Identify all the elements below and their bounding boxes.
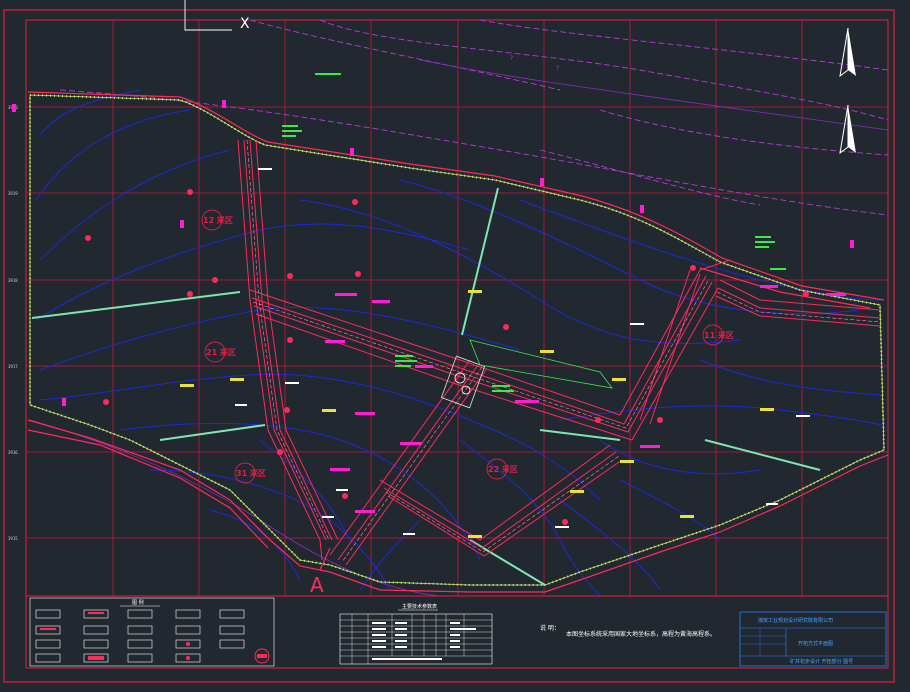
green-annotations (282, 73, 786, 392)
svg-text:主要技术参数表: 主要技术参数表 (402, 603, 437, 610)
svg-text:?: ? (510, 55, 513, 62)
outer-frame (3, 9, 895, 683)
contour-lines (35, 89, 883, 597)
annotation-tags (235, 168, 810, 535)
cad-drawing-canvas[interactable]: 392039193918 391739163915 (0, 0, 910, 692)
road-lines (59, 19, 889, 216)
svg-text:开拓方式平面图: 开拓方式平面图 (798, 640, 833, 647)
svg-text:3917: 3917 (8, 364, 18, 369)
svg-text:3919: 3919 (8, 191, 18, 196)
svg-text:A: A (310, 573, 324, 597)
svg-text:3916: 3916 (8, 450, 18, 455)
borehole-markers (85, 189, 809, 525)
svg-text:本图坐标系统采用国家大地坐标系，高程为黄海高程系。: 本图坐标系统采用国家大地坐标系，高程为黄海高程系。 (566, 630, 716, 638)
notes-section: 说 明： 本图坐标系统采用国家大地坐标系，高程为黄海高程系。 (540, 624, 716, 638)
area-label-12: 12 采区 (201, 209, 233, 231)
svg-text:图 例: 图 例 (132, 599, 144, 606)
svg-text:3918: 3918 (8, 278, 18, 283)
svg-text:?: ? (556, 65, 559, 72)
svg-text:11 采区: 11 采区 (704, 330, 734, 340)
svg-text:31 采区: 31 采区 (236, 468, 266, 478)
mining-area-labels: 12 采区 21 采区 31 采区 22 采区 11 采区 (201, 209, 734, 484)
coordinate-grid (26, 20, 888, 596)
elevation-tags (180, 290, 774, 538)
area-label-22: 22 采区 (486, 458, 518, 480)
portal-marker: A (310, 547, 331, 597)
parameter-table: 主要技术参数表 (339, 603, 493, 665)
svg-text:说 明：: 说 明： (540, 624, 560, 632)
svg-text:煤炭工业规划设计研究院有限公司: 煤炭工业规划设计研究院有限公司 (758, 617, 833, 624)
road-labels (12, 100, 854, 406)
grid-coordinate-labels: 392039193918 391739163915 (8, 105, 18, 541)
roadway-centerlines (246, 139, 881, 563)
svg-text:22 采区: 22 采区 (488, 464, 518, 474)
mine-field-boundary (29, 93, 886, 586)
svg-text:矿井初步设计 开拓部分 图号: 矿井初步设计 开拓部分 图号 (790, 658, 853, 665)
area-label-31: 31 采区 (234, 462, 266, 484)
main-roadways (237, 139, 881, 566)
svg-text:X: X (240, 16, 250, 32)
shaft-industrial-site (440, 339, 613, 409)
ucs-icon: X (184, 0, 250, 32)
svg-text:21 采区: 21 采区 (206, 347, 236, 357)
svg-text:12 采区: 12 采区 (203, 215, 233, 225)
legend-panel: 图 例 (29, 597, 275, 667)
north-arrow-icon (839, 27, 856, 155)
legend-symbols (35, 609, 245, 663)
svg-text:3915: 3915 (8, 536, 18, 541)
title-block: 煤炭工业规划设计研究院有限公司 开拓方式平面图 矿井初步设计 开拓部分 图号 (739, 611, 887, 667)
area-label-21: 21 采区 (204, 341, 236, 363)
